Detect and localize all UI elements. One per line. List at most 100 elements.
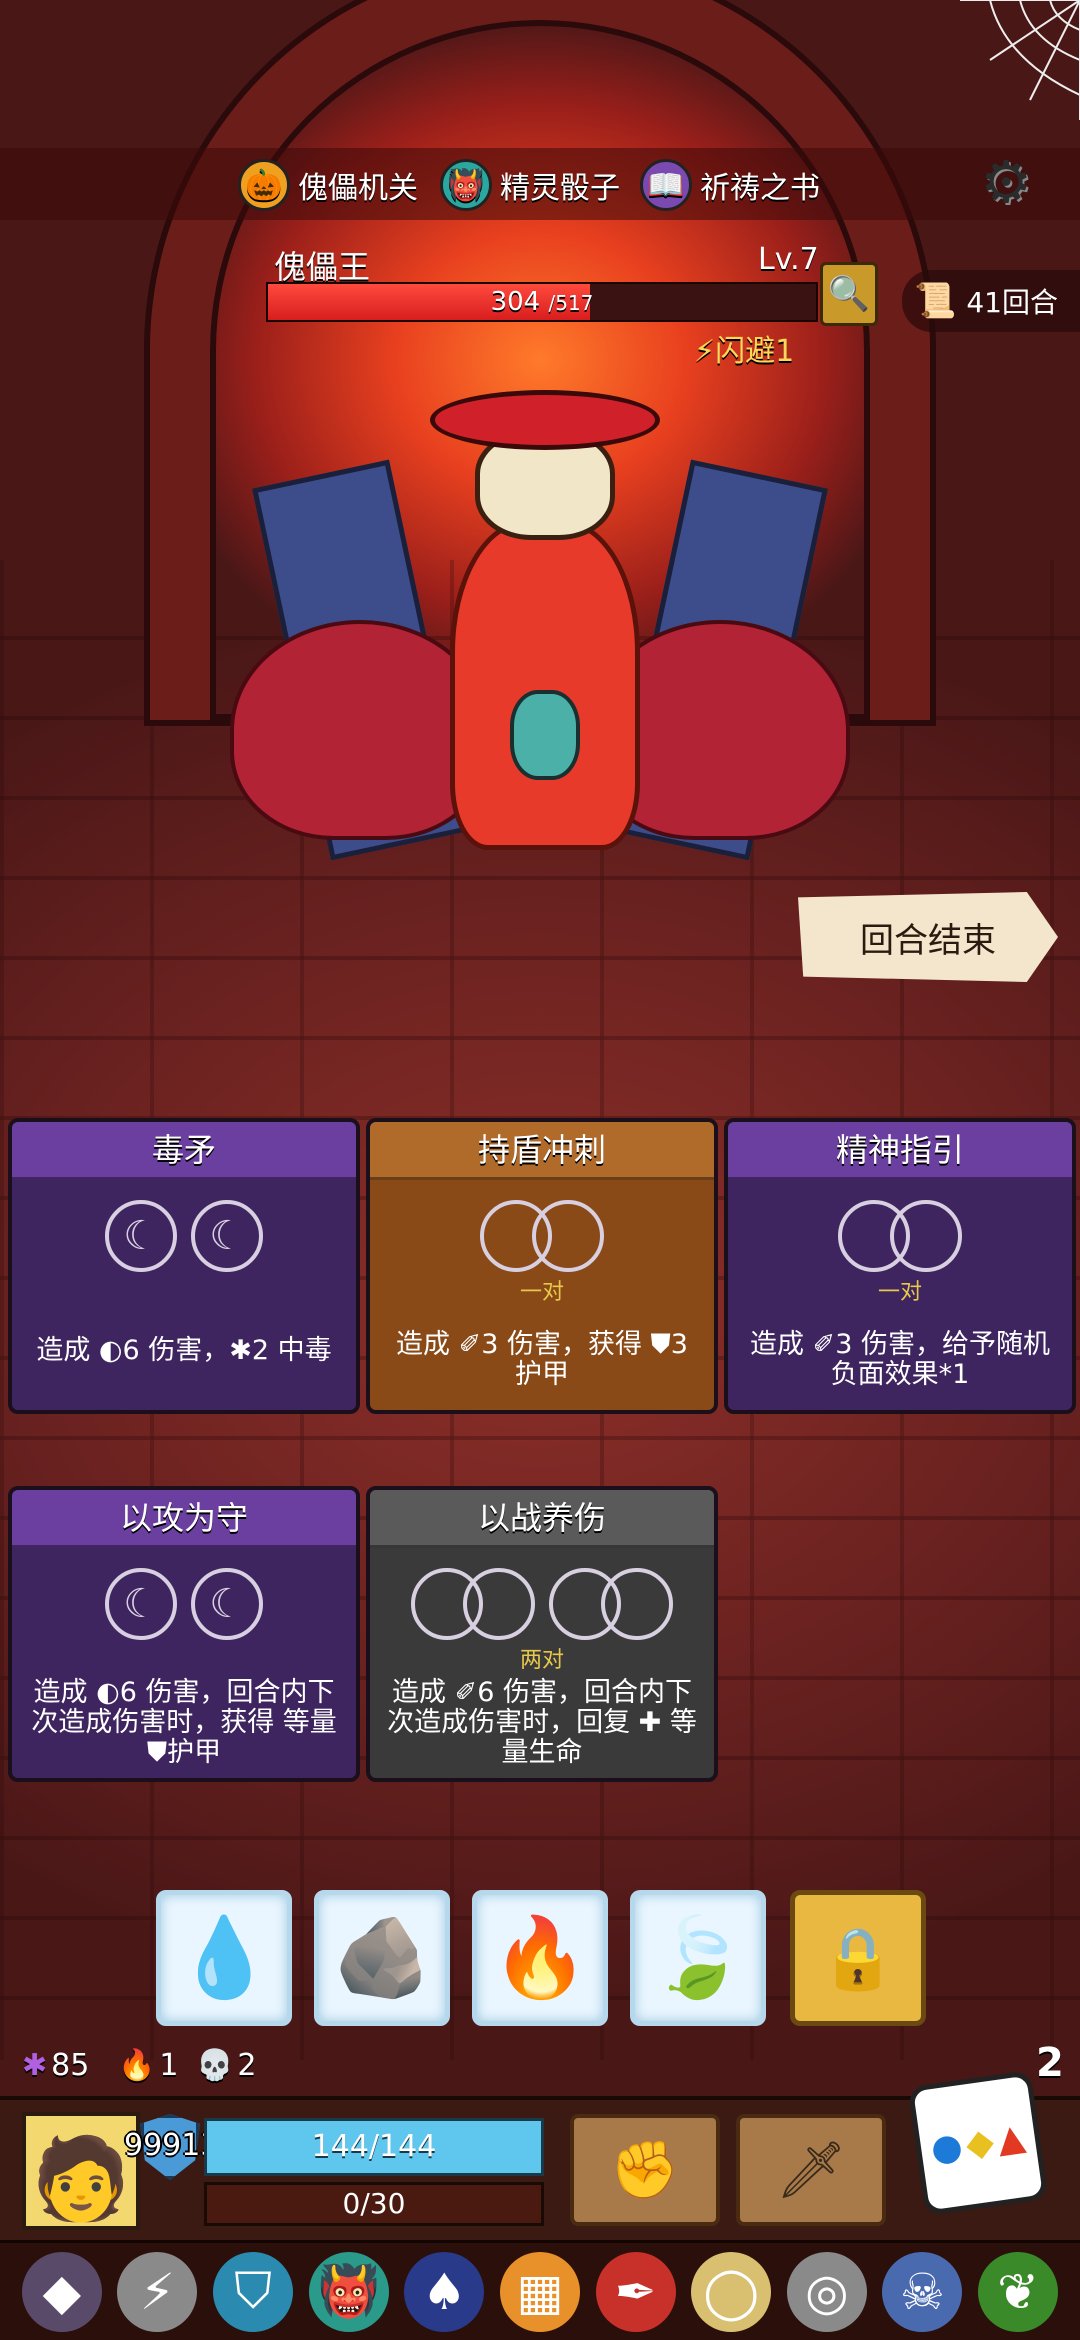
skill-card-attack-as-defense[interactable]: 以攻为守 ☾ ☾ 造成 ◐6 伤害，回合内下次造成伤害时，获得 等量 ⛊护甲 [8, 1486, 360, 1782]
earth-die[interactable]: 🪨 [314, 1890, 450, 2026]
status-burn[interactable]: 🔥 1 [118, 2048, 178, 2083]
crystal-relic-icon[interactable]: ◆ [21, 2251, 102, 2332]
skull-count: 2 [237, 2048, 257, 2083]
boss-level: Lv.7 [758, 242, 819, 277]
card-title: 持盾冲刺 [370, 1122, 714, 1180]
gold-face-icon: ◆ [963, 2120, 997, 2165]
relic-spirit-dice[interactable]: 👹 精灵骰子 [440, 158, 620, 212]
skull-icon: 💀 [196, 2048, 234, 2083]
card-slots: ☾ ☾ [12, 1568, 356, 1640]
empty-slot [463, 1568, 535, 1640]
card-slots [370, 1200, 714, 1272]
fist-icon: ✊ [610, 2138, 680, 2203]
spider-web-icon [960, 0, 1080, 120]
player-hp-bar: 144/144 [204, 2118, 544, 2176]
moon-slot-icon[interactable]: ☾ [191, 1200, 263, 1272]
beast-mask-relic-icon[interactable]: ☠ [882, 2251, 963, 2332]
boss-puppet-king[interactable] [220, 390, 860, 940]
ice-shield-relic-icon[interactable]: ⛉ [213, 2251, 294, 2332]
prayer-book-icon: 📖 [640, 159, 692, 211]
mirror-relic-icon[interactable]: ◯ [691, 2251, 772, 2332]
locked-chest-slot[interactable]: 🔒 [790, 1890, 926, 2026]
poison-splat-icon: ✱ [22, 2048, 48, 2083]
lightning-icon: ⚡ [694, 334, 716, 369]
boss-hp-bar: 304 /517 [266, 282, 818, 322]
status-skull[interactable]: 💀 2 [196, 2048, 256, 2083]
card-requirement: 两对 [519, 1648, 564, 1673]
boss-hp-current: 304 [490, 287, 541, 317]
end-turn-button[interactable]: 回合结束 [798, 892, 1058, 982]
player-avatar[interactable]: 🧑 [22, 2112, 140, 2230]
card-requirement: 一对 [877, 1280, 922, 1305]
card-description: 造成 ✐3 伤害，给予随机负面效果*1 [750, 1329, 1050, 1390]
card-slots: ☾ ☾ [12, 1200, 356, 1272]
fire-die[interactable]: 🔥 [472, 1890, 608, 2026]
relic-label: 傀儡机关 [298, 171, 418, 206]
dice-remaining-count: 2 [1036, 2040, 1064, 2086]
round-counter: 📜 41回合 [902, 270, 1080, 332]
pair-slot[interactable] [838, 1200, 962, 1272]
coin-relic-icon[interactable]: ◎ [786, 2251, 867, 2332]
gear-icon[interactable]: ⚙ [974, 150, 1038, 214]
pair-slot[interactable] [549, 1568, 673, 1640]
relic-prayer-book[interactable]: 📖 祈祷之书 [640, 158, 820, 212]
slash-icon: 🗡 [775, 2138, 847, 2203]
card-description: 造成 ✐3 伤害，获得 ⛊3 护甲 [396, 1329, 688, 1390]
empty-slot [601, 1568, 673, 1640]
card-description: 造成 ◐6 伤害，✱2 中毒 [36, 1335, 332, 1366]
lightning-orb-relic-icon[interactable]: ⚡ [117, 2251, 198, 2332]
roll-dice-button[interactable]: ● ◆ ▲ [907, 2070, 1049, 2216]
boss-body [450, 520, 640, 850]
card-slots [370, 1568, 714, 1640]
relic-label: 祈祷之书 [700, 171, 820, 206]
skill-card-poison-spear[interactable]: 毒矛 ☾ ☾ 造成 ◐6 伤害，✱2 中毒 [8, 1118, 360, 1414]
sweater-relic-icon[interactable]: ▦ [499, 2251, 580, 2332]
card-description: 造成 ✐6 伤害，回合内下次造成伤害时，回复 ✚ 等量生命 [387, 1677, 697, 1768]
moon-slot-icon[interactable]: ☾ [105, 1200, 177, 1272]
card-title: 以战养伤 [370, 1490, 714, 1548]
inspect-enemy-button[interactable]: 🔍 [820, 262, 878, 326]
card-slots [728, 1200, 1072, 1272]
round-text: 41回合 [966, 286, 1058, 319]
burn-icon: 🔥 [118, 2048, 156, 2083]
moon-slot-icon[interactable]: ☾ [105, 1568, 177, 1640]
spirit-dice-icon: 👹 [440, 159, 492, 211]
empty-slot [532, 1200, 604, 1272]
leaf-icon: 🍃 [649, 1912, 747, 2003]
water-face-icon: ● [928, 2124, 966, 2170]
end-turn-label: 回合结束 [860, 920, 996, 961]
relic-puppet-mechanism[interactable]: 🎃 傀儡机关 [238, 158, 418, 212]
pair-slot[interactable] [411, 1568, 535, 1640]
card-requirement: 一对 [519, 1280, 564, 1305]
herb-relic-icon[interactable]: ❦ [978, 2251, 1059, 2332]
skill-card-spirit-guidance[interactable]: 精神指引 一对 造成 ✐3 伤害，给予随机负面效果*1 [724, 1118, 1076, 1414]
relic-label: 精灵骰子 [500, 171, 620, 206]
water-drop-icon: 💧 [175, 1912, 273, 2003]
poison-count: 85 [51, 2048, 90, 2083]
status-poison[interactable]: ✱ 85 [22, 2048, 89, 2083]
mini-puppet [510, 690, 580, 780]
card-description: 造成 ◐6 伤害，回合内下次造成伤害时，获得 等量 ⛊护甲 [31, 1677, 337, 1768]
earth-rock-icon: 🪨 [333, 1912, 431, 2003]
dodge-text: 闪避1 [715, 334, 795, 369]
skill-card-shield-charge[interactable]: 持盾冲刺 一对 造成 ✐3 伤害，获得 ⛊3 护甲 [366, 1118, 718, 1414]
skill-card-fight-to-heal[interactable]: 以战养伤 两对 造成 ✐6 伤害，回合内下次造成伤害时，回复 ✚ 等量生命 [366, 1486, 718, 1782]
demon-mask-relic-icon[interactable]: 👹 [308, 2251, 389, 2332]
moon-slot-icon[interactable]: ☾ [191, 1568, 263, 1640]
water-die[interactable]: 💧 [156, 1890, 292, 2026]
fire-icon: 🔥 [491, 1912, 589, 2003]
feather-relic-icon[interactable]: ✒ [595, 2251, 676, 2332]
bottom-relic-bar: ◆ ⚡ ⛉ 👹 ♠ ▦ ✒ ◯ ◎ ☠ ❦ [0, 2240, 1080, 2340]
boss-status-dodge[interactable]: ⚡闪避1 [694, 326, 794, 370]
dark-cloak-relic-icon[interactable]: ♠ [404, 2251, 485, 2332]
boss-hat [430, 390, 660, 450]
leaf-die[interactable]: 🍃 [630, 1890, 766, 2026]
ability-slot-slash[interactable]: 🗡 [736, 2114, 886, 2226]
empty-slot [890, 1200, 962, 1272]
boss-hp-text: 304 /517 [268, 284, 816, 321]
card-title: 精神指引 [728, 1122, 1072, 1180]
scroll-icon: 📜 [914, 281, 957, 321]
boss-hp-max: /517 [548, 291, 594, 315]
pair-slot[interactable] [480, 1200, 604, 1272]
ability-slot-fist[interactable]: ✊ [570, 2114, 720, 2226]
